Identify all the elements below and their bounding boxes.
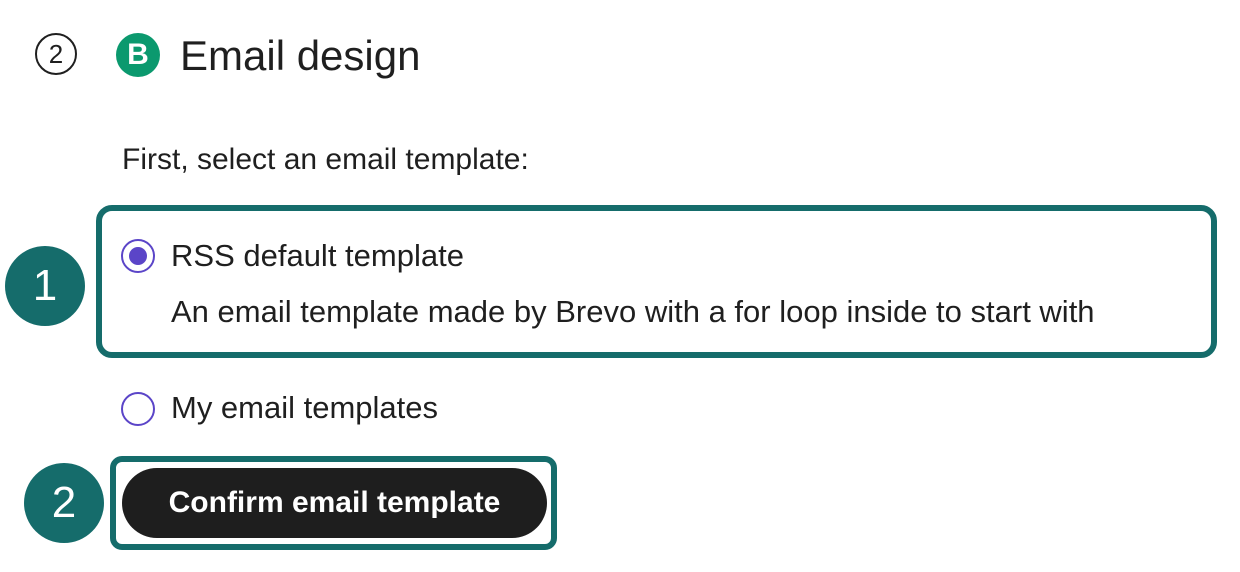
annotation-badge-1: 1 <box>5 246 85 326</box>
highlight-box-rss-option <box>96 205 1217 358</box>
option-description-rss-default-template: An email template made by Brevo with a f… <box>171 294 1095 329</box>
template-prompt: First, select an email template: <box>122 143 529 176</box>
radio-selected-dot <box>129 247 147 265</box>
section-title: Email design <box>180 32 421 79</box>
confirm-email-template-button[interactable]: Confirm email template <box>122 468 547 538</box>
radio-my-email-templates[interactable] <box>121 392 155 426</box>
option-label-rss-default-template[interactable]: RSS default template <box>171 236 464 276</box>
radio-rss-default-template[interactable] <box>121 239 155 273</box>
annotation-badge-2: 2 <box>24 463 104 543</box>
option-label-my-email-templates[interactable]: My email templates <box>171 388 438 428</box>
step-number: 2 <box>35 33 77 75</box>
brevo-logo-icon: B <box>116 33 160 77</box>
